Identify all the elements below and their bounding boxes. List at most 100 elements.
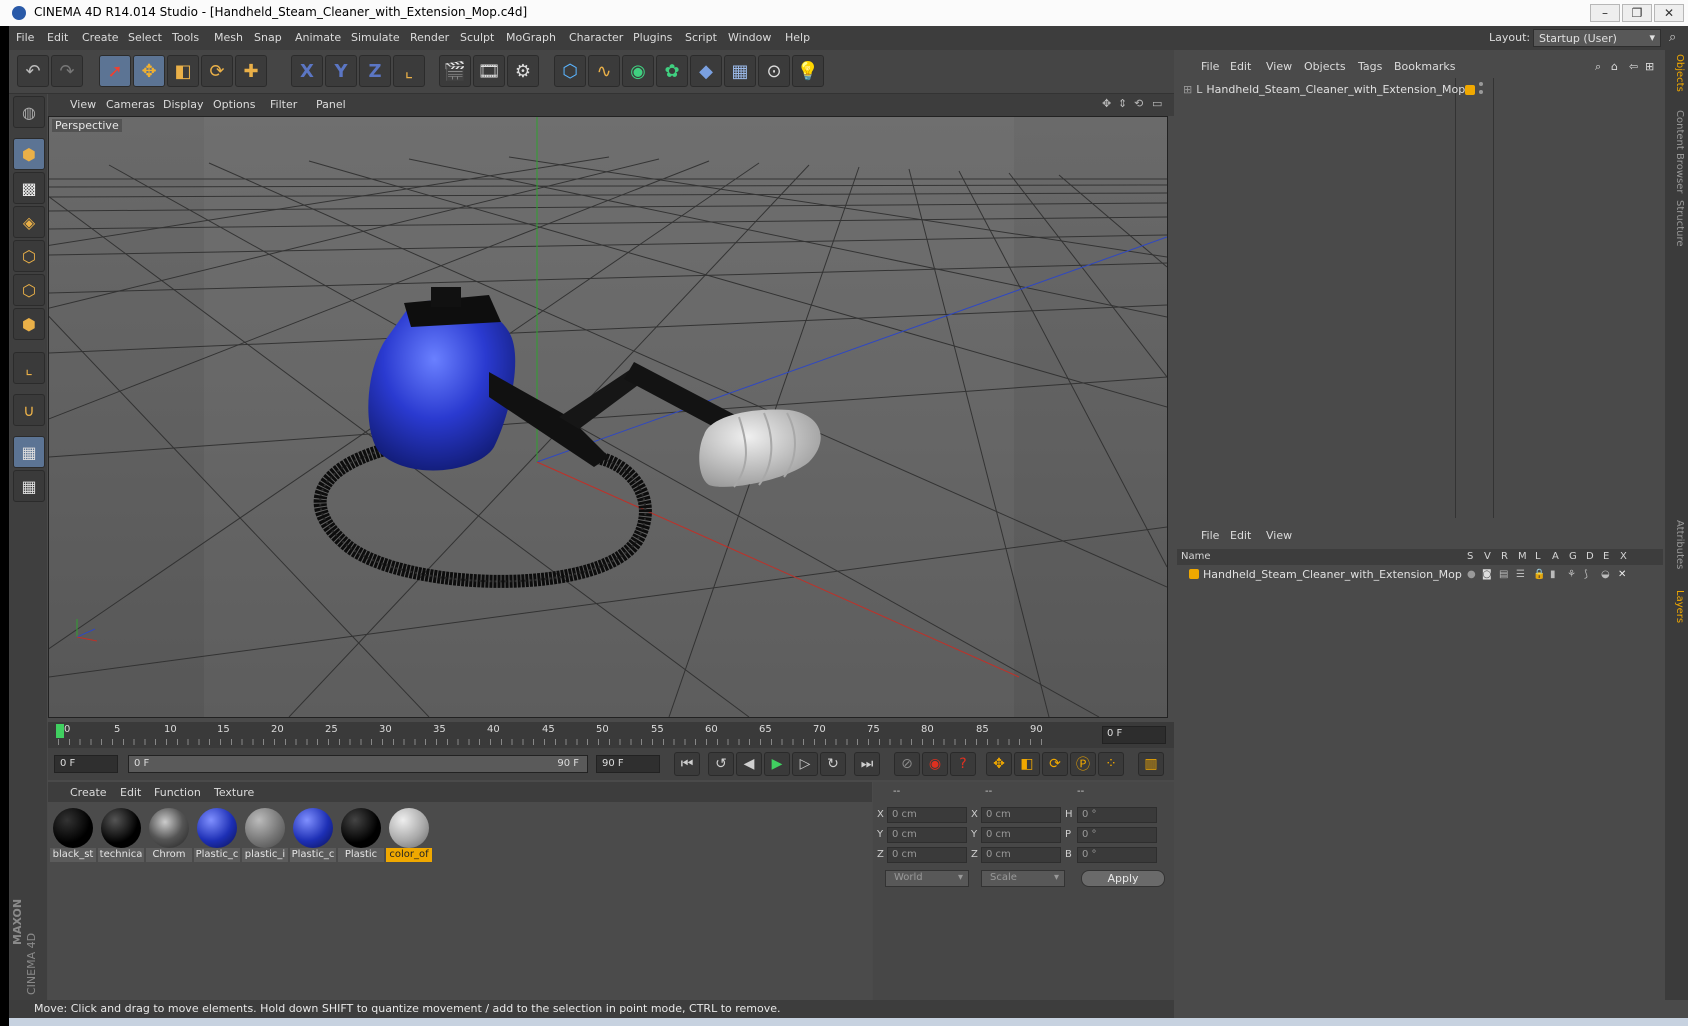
step-back-icon[interactable]: ◀ bbox=[736, 752, 762, 776]
viewport-menu-view[interactable]: View bbox=[70, 98, 96, 111]
material-menu-texture[interactable]: Texture bbox=[214, 786, 254, 799]
view-toggle-icon[interactable]: ◙ bbox=[1482, 569, 1492, 580]
position-x-field[interactable]: 0 cm bbox=[887, 807, 967, 823]
deformer-icon[interactable]: ◆ bbox=[690, 55, 722, 87]
layout-select[interactable]: Startup (User) ▾ bbox=[1533, 29, 1661, 47]
layer-col-header[interactable]: L bbox=[1535, 551, 1541, 562]
layer-row[interactable]: Handheld_Steam_Cleaner_with_Extension_Mo… bbox=[1189, 568, 1462, 581]
coordinate-system-icon[interactable]: ⌞ bbox=[393, 55, 425, 87]
close-button[interactable]: ✕ bbox=[1654, 4, 1684, 22]
rotation-h-field[interactable]: 0 ° bbox=[1077, 807, 1157, 823]
go-to-next-key-icon[interactable]: ↻ bbox=[820, 752, 846, 776]
viewport-menu-display[interactable]: Display bbox=[163, 98, 204, 111]
minimize-button[interactable]: – bbox=[1590, 4, 1620, 22]
viewport-move-icon[interactable]: ✥ bbox=[1102, 97, 1111, 110]
menu-animate[interactable]: Animate bbox=[295, 31, 341, 44]
move-tool-icon[interactable]: ✥ bbox=[133, 55, 165, 87]
object-menu-objects[interactable]: Objects bbox=[1304, 60, 1346, 73]
viewport-maximize-icon[interactable]: ▭ bbox=[1152, 97, 1162, 110]
menu-help[interactable]: Help bbox=[785, 31, 810, 44]
y-axis-lock-button[interactable]: Y bbox=[325, 55, 357, 87]
layer-color-tag[interactable] bbox=[1465, 85, 1475, 95]
layer-col-header[interactable]: V bbox=[1484, 551, 1491, 562]
x-axis-lock-button[interactable]: X bbox=[291, 55, 323, 87]
layer-col-header[interactable]: A bbox=[1552, 551, 1559, 562]
autokeying-icon[interactable]: ? bbox=[950, 752, 976, 776]
manager-toggle-icon[interactable]: ☰ bbox=[1516, 569, 1525, 580]
material-swatch-selected[interactable]: color_of bbox=[386, 806, 432, 862]
generators-toggle-icon[interactable]: ⚘ bbox=[1567, 569, 1576, 580]
axis-mode-icon[interactable]: ⌞ bbox=[13, 352, 45, 384]
object-menu-view[interactable]: View bbox=[1266, 60, 1292, 73]
menu-window[interactable]: Window bbox=[728, 31, 771, 44]
model-mode-icon[interactable]: ⬢ bbox=[13, 138, 45, 170]
render-visibility-dot[interactable] bbox=[1479, 90, 1483, 94]
workplane-lock-icon[interactable]: ▦ bbox=[13, 436, 45, 468]
editor-visibility-dot[interactable] bbox=[1479, 82, 1483, 86]
tab-objects[interactable]: Objects bbox=[1668, 54, 1685, 92]
camera-icon[interactable]: ⊙ bbox=[758, 55, 790, 87]
tab-content-browser[interactable]: Content Browser bbox=[1668, 110, 1685, 193]
perspective-viewport[interactable]: Perspective bbox=[48, 116, 1168, 718]
material-menu-create[interactable]: Create bbox=[70, 786, 107, 799]
menu-character[interactable]: Character bbox=[569, 31, 623, 44]
object-menu-edit[interactable]: Edit bbox=[1230, 60, 1251, 73]
menu-file[interactable]: File bbox=[16, 31, 34, 44]
environment-floor-icon[interactable]: ▦ bbox=[724, 55, 756, 87]
timeline-window-icon[interactable]: ▥ bbox=[1138, 752, 1164, 776]
menu-select[interactable]: Select bbox=[128, 31, 162, 44]
material-swatch[interactable]: Plastic_c bbox=[194, 806, 240, 862]
play-icon[interactable]: ▶ bbox=[764, 752, 790, 776]
home-icon[interactable]: ⌂ bbox=[1611, 60, 1618, 73]
rotate-tool-icon[interactable]: ⟳ bbox=[201, 55, 233, 87]
layer-col-header[interactable]: D bbox=[1586, 551, 1594, 562]
viewport-zoom-icon[interactable]: ⇕ bbox=[1118, 97, 1127, 110]
material-menu-function[interactable]: Function bbox=[154, 786, 201, 799]
layer-menu-file[interactable]: File bbox=[1201, 529, 1219, 542]
tab-attributes[interactable]: Attributes bbox=[1668, 520, 1685, 569]
points-mode-icon[interactable]: ⬡ bbox=[13, 240, 45, 272]
viewport-menu-panel[interactable]: Panel bbox=[316, 98, 346, 111]
object-tree-row[interactable]: ⊞ L Handheld_Steam_Cleaner_with_Extension_… bbox=[1183, 83, 1465, 96]
tab-layers[interactable]: Layers bbox=[1668, 590, 1685, 623]
current-frame-field[interactable]: 0 F bbox=[1102, 726, 1166, 744]
position-y-field[interactable]: 0 cm bbox=[887, 827, 967, 843]
menu-sculpt[interactable]: Sculpt bbox=[460, 31, 494, 44]
object-menu-tags[interactable]: Tags bbox=[1358, 60, 1382, 73]
redo-icon[interactable]: ↷ bbox=[51, 55, 83, 87]
layer-col-header[interactable]: X bbox=[1620, 551, 1627, 562]
make-editable-icon[interactable]: ◍ bbox=[13, 96, 45, 128]
timeline-ruler[interactable]: 0 5 10 15 20 25 30 35 40 45 50 55 60 65 … bbox=[48, 722, 1174, 748]
live-selection-icon[interactable]: ➚ bbox=[99, 55, 131, 87]
material-swatch[interactable]: Plastic bbox=[338, 806, 384, 862]
start-frame-field[interactable]: 0 F bbox=[54, 755, 118, 773]
layer-col-header[interactable]: E bbox=[1603, 551, 1609, 562]
expand-icon[interactable]: ⊞ bbox=[1183, 83, 1192, 96]
layer-menu-edit[interactable]: Edit bbox=[1230, 529, 1251, 542]
workplane-snap-icon[interactable]: ▦ bbox=[13, 470, 45, 502]
material-menu-edit[interactable]: Edit bbox=[120, 786, 141, 799]
size-x-field[interactable]: 0 cm bbox=[981, 807, 1061, 823]
key-scale-icon[interactable]: ◧ bbox=[1014, 752, 1040, 776]
z-axis-lock-button[interactable]: Z bbox=[359, 55, 391, 87]
viewport-menu-cameras[interactable]: Cameras bbox=[106, 98, 155, 111]
new-panel-icon[interactable]: ⊞ bbox=[1645, 60, 1654, 73]
viewport-rotate-icon[interactable]: ⟲ bbox=[1134, 97, 1143, 110]
material-swatch[interactable]: black_st bbox=[50, 806, 96, 862]
go-to-end-icon[interactable]: ⏭ bbox=[854, 752, 880, 776]
material-swatch[interactable]: Plastic_c bbox=[290, 806, 336, 862]
end-frame-field[interactable]: 90 F bbox=[596, 755, 660, 773]
menu-create[interactable]: Create bbox=[82, 31, 119, 44]
size-y-field[interactable]: 0 cm bbox=[981, 827, 1061, 843]
render-view-icon[interactable]: 🎬 bbox=[439, 55, 471, 87]
layer-col-header[interactable]: M bbox=[1518, 551, 1527, 562]
animation-toggle-icon[interactable]: ▮ bbox=[1550, 569, 1556, 580]
layer-col-header[interactable]: S bbox=[1467, 551, 1473, 562]
layer-col-header[interactable]: G bbox=[1569, 551, 1577, 562]
position-z-field[interactable]: 0 cm bbox=[887, 847, 967, 863]
record-disabled-icon[interactable]: ⊘ bbox=[894, 752, 920, 776]
mograph-cloner-icon[interactable]: ✿ bbox=[656, 55, 688, 87]
go-to-start-icon[interactable]: ⏮ bbox=[674, 752, 700, 776]
edges-mode-icon[interactable]: ⬡ bbox=[13, 274, 45, 306]
frame-range-slider[interactable]: 0 F 90 F bbox=[128, 755, 588, 773]
